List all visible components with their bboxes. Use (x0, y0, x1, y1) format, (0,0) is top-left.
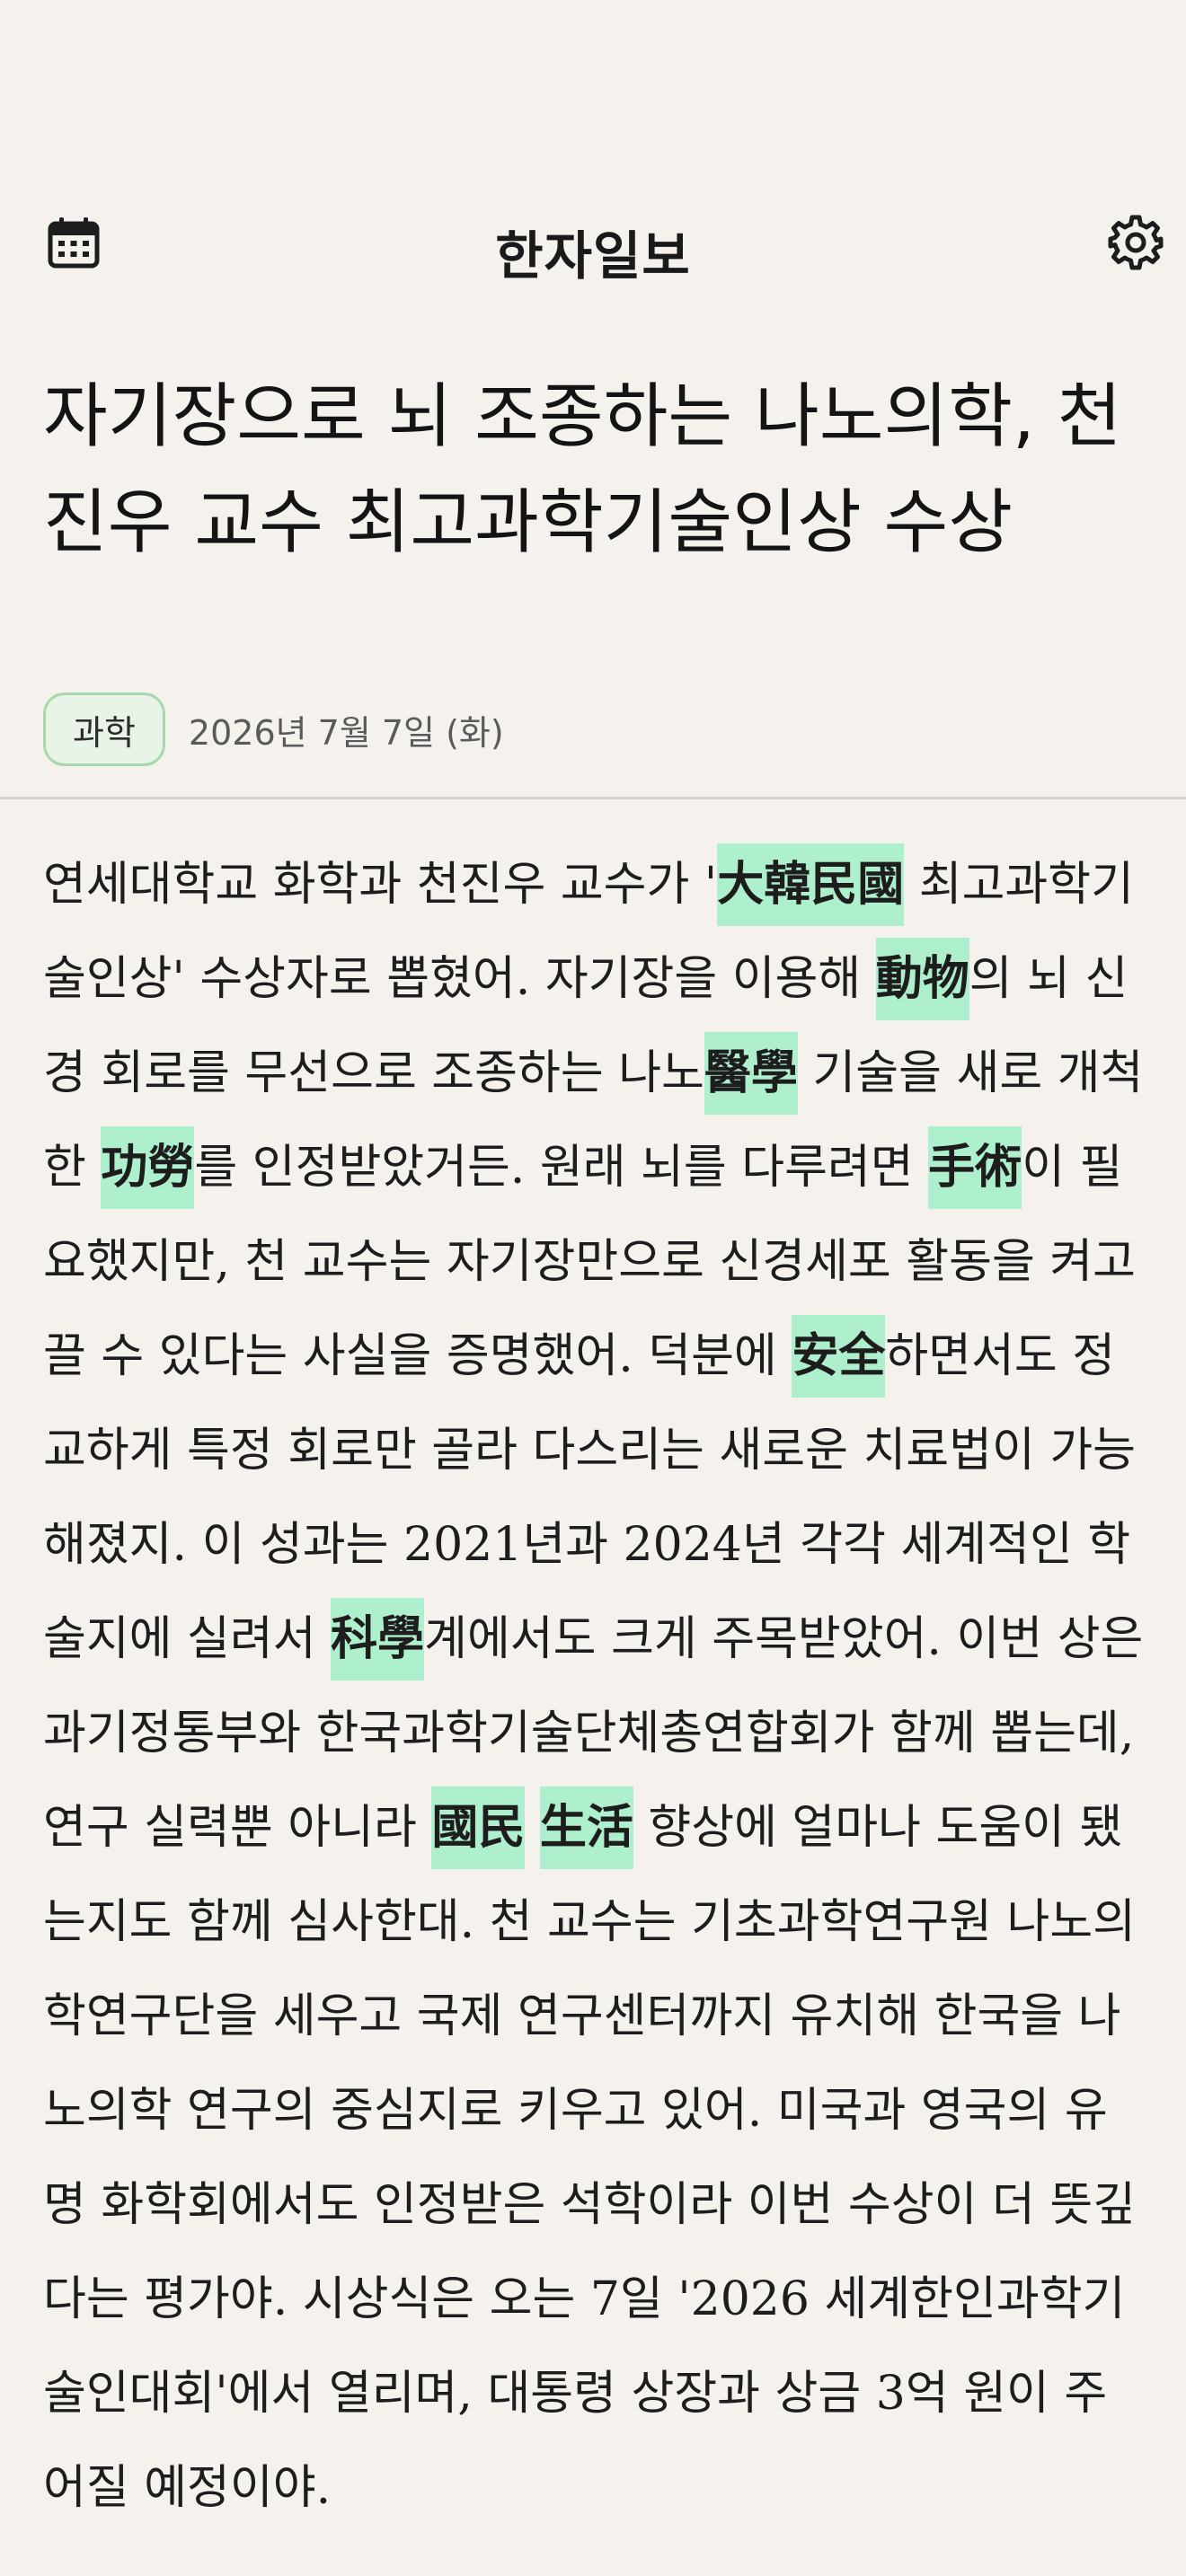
app-title: 한자일보 (495, 225, 691, 287)
hanja-word[interactable]: 手術 (928, 1126, 1022, 1209)
hanja-word[interactable]: 國民 (431, 1786, 526, 1869)
article-headline: 자기장으로 뇌 조종하는 나노의학, 천진우 교수 최고과학기술인상 수상 (43, 376, 1122, 563)
settings-button[interactable] (1100, 207, 1172, 278)
hanja-word[interactable]: 大韓民國 (717, 843, 905, 926)
hanja-word[interactable]: 動物 (875, 938, 969, 1020)
hanja-word[interactable]: 生活 (539, 1786, 633, 1869)
top-bar: 한자일보 (0, 198, 1186, 287)
category-badge[interactable]: 과학 (43, 693, 165, 766)
hanja-word[interactable]: 功勞 (101, 1126, 195, 1209)
body-text: 향상에 얼마나 도움이 됐는지도 함께 심사한대. 천 교수는 기초과학연구원 … (43, 1801, 1137, 2515)
body-text: 를 인정받았거든. 원래 뇌를 다루려면 (194, 1141, 929, 1195)
hanja-word[interactable]: 科學 (331, 1598, 425, 1681)
body-text (525, 1801, 540, 1855)
gear-icon (1108, 215, 1164, 270)
article-meta: 과학 2026년 7월 7일 (화) (43, 690, 504, 769)
hanja-word[interactable]: 醫學 (704, 1032, 798, 1115)
article-body: 연세대학교 화학과 천진우 교수가 '大韓民國 최고과학기술인상' 수상자로 뽑… (43, 838, 1148, 2536)
body-text: 연세대학교 화학과 천진우 교수가 ' (43, 858, 718, 912)
article-date: 2026년 7월 7일 (화) (188, 712, 504, 753)
article-screen: 한자일보 자기장으로 뇌 조종하는 나노의학, 천진우 교수 최고과학기술인상 … (0, 0, 1186, 2576)
hanja-word[interactable]: 安全 (792, 1315, 886, 1398)
divider (0, 797, 1186, 799)
